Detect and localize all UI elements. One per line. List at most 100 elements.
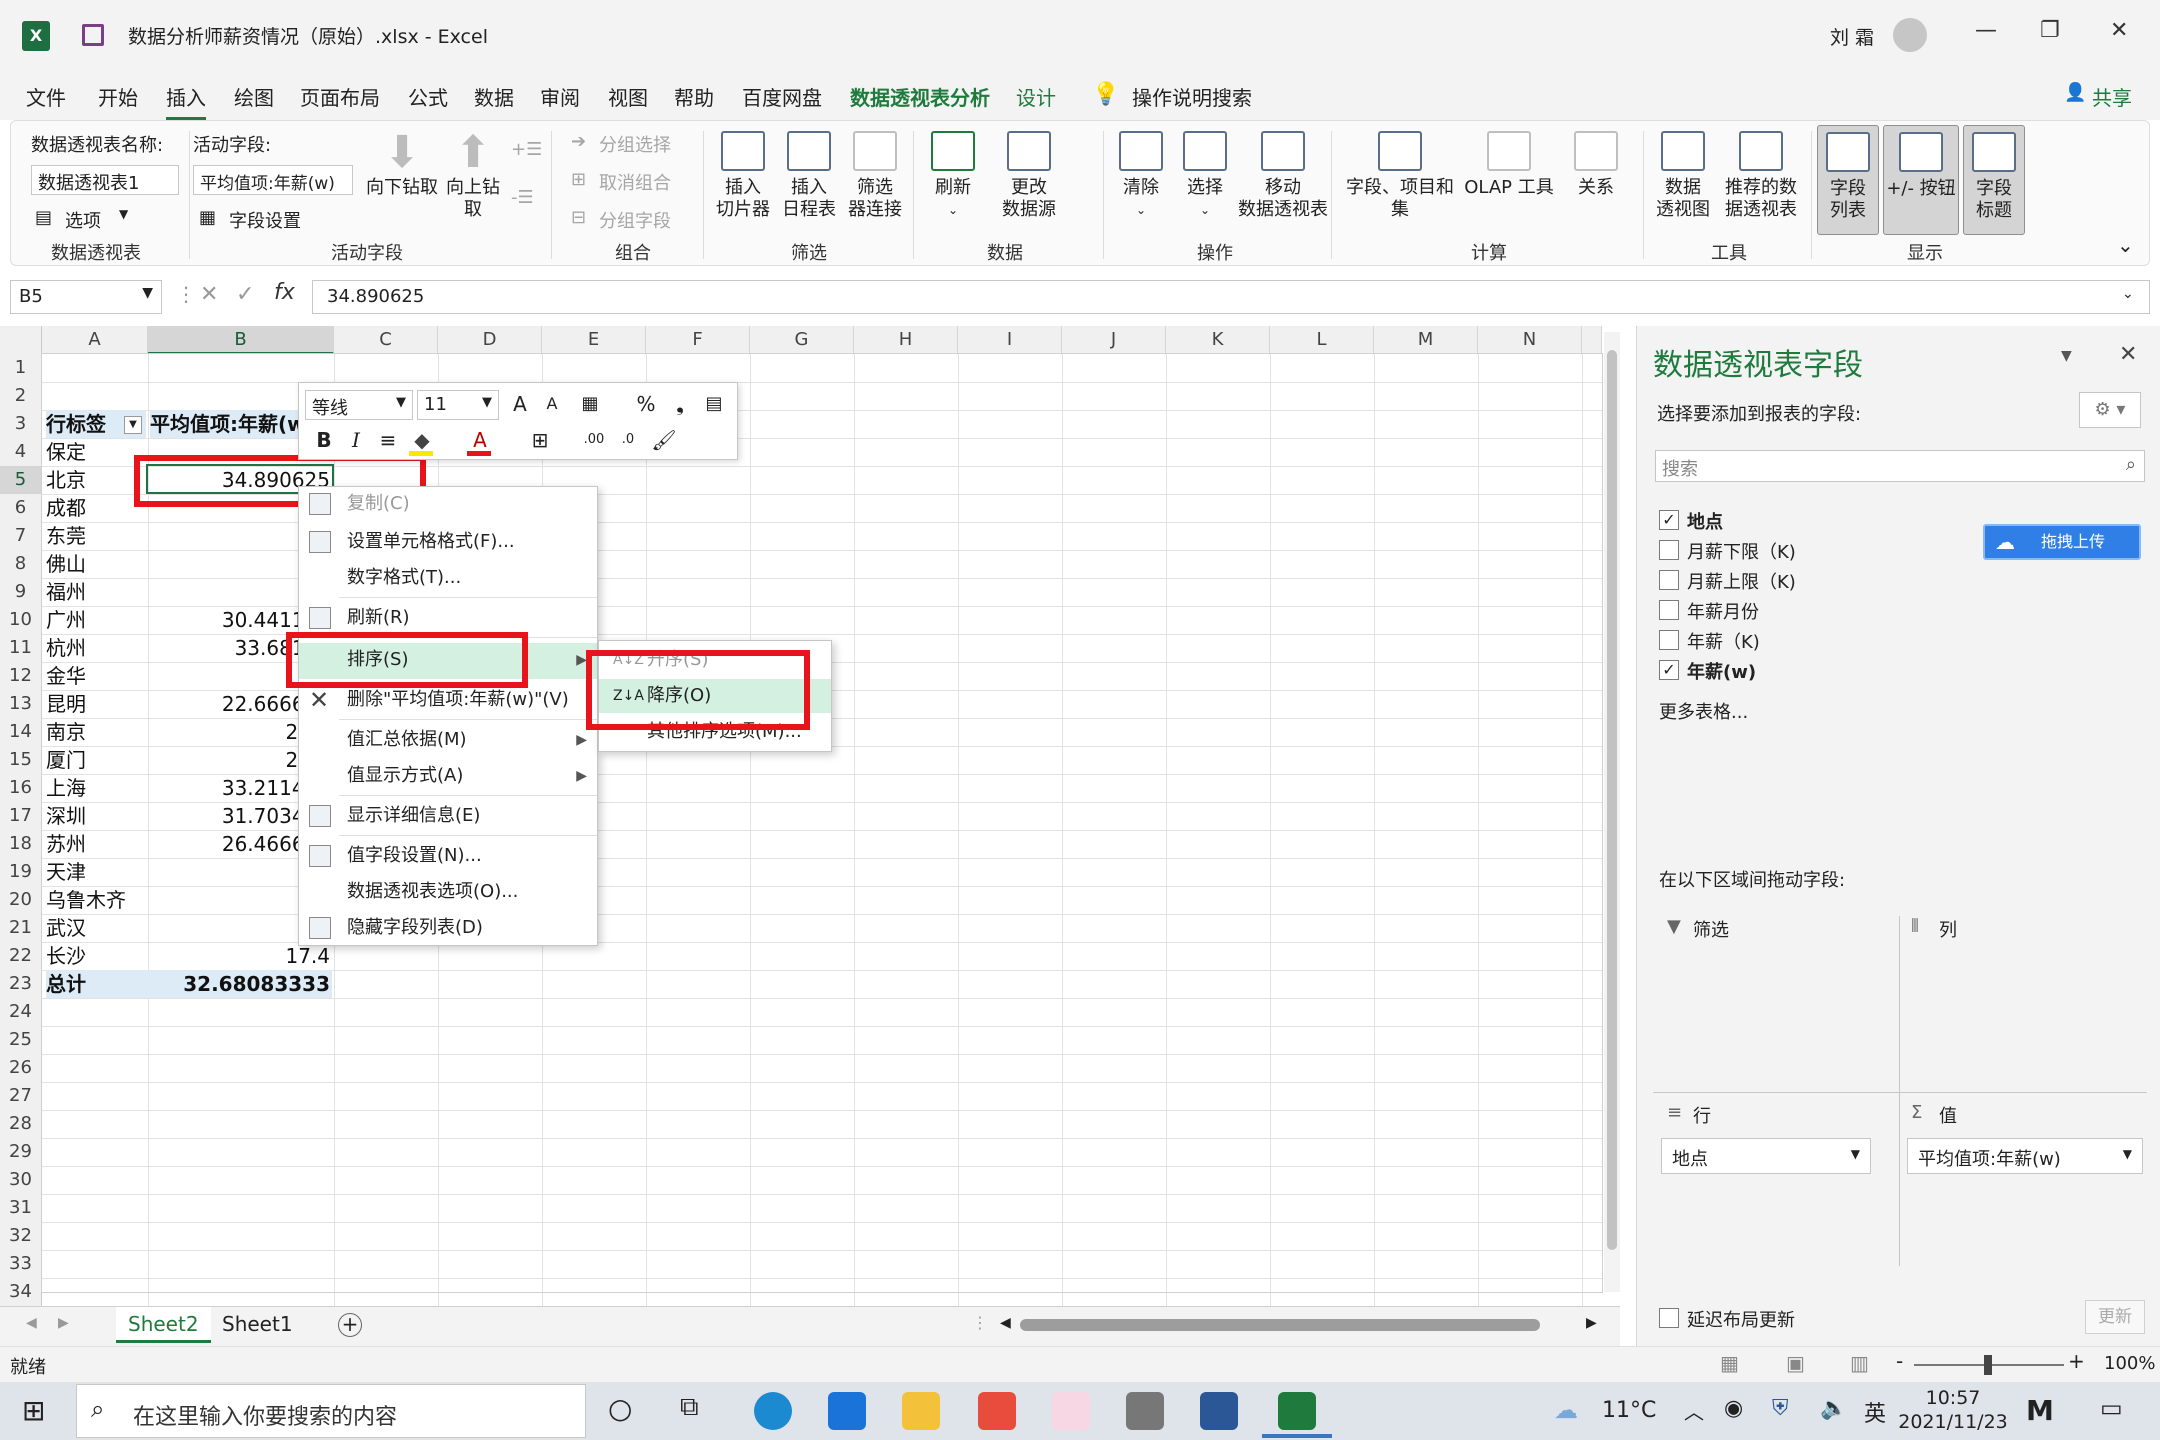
- word-icon[interactable]: [1200, 1392, 1238, 1430]
- column-header-d[interactable]: D: [438, 326, 542, 354]
- column-header-c[interactable]: C: [334, 326, 438, 354]
- row-header[interactable]: 28: [0, 1110, 42, 1138]
- pivot-row-label[interactable]: 杭州: [46, 634, 146, 662]
- menu-item-number-format[interactable]: 数字格式(T)...: [299, 561, 597, 595]
- pivot-row-label[interactable]: 乌鲁木齐: [46, 886, 146, 914]
- normal-view-icon[interactable]: ▦: [1720, 1351, 1739, 1375]
- scroll-left-icon[interactable]: ◀: [26, 1315, 37, 1331]
- fields-items-sets-button[interactable]: 字段、项目和集: [1345, 131, 1455, 221]
- row-header[interactable]: 12: [0, 662, 42, 690]
- windows-start-icon[interactable]: ⊞: [22, 1394, 45, 1427]
- row-header[interactable]: 9: [0, 578, 42, 606]
- move-pivot-button[interactable]: 移动 数据透视表: [1233, 131, 1333, 221]
- insert-timeline-button[interactable]: 插入 日程表: [777, 131, 841, 221]
- field-label[interactable]: 月薪下限（K): [1687, 538, 1796, 564]
- tab-insert[interactable]: 插入: [166, 82, 206, 120]
- cortana-icon[interactable]: ○: [608, 1392, 632, 1425]
- filter-connections-button[interactable]: 筛选 器连接: [843, 131, 907, 221]
- row-header[interactable]: 16: [0, 774, 42, 802]
- share-button[interactable]: 共享: [2092, 82, 2132, 111]
- file-explorer-icon[interactable]: [902, 1392, 940, 1430]
- row-header[interactable]: 15: [0, 746, 42, 774]
- notification-app-icon[interactable]: Ⅿ: [2026, 1394, 2054, 1427]
- column-header-a[interactable]: A: [42, 326, 148, 354]
- tab-data[interactable]: 数据: [474, 82, 514, 111]
- pivot-row-value[interactable]: 17.4: [148, 942, 332, 970]
- collapse-field-icon[interactable]: -☰: [511, 187, 534, 208]
- close-pane-icon[interactable]: ✕: [2119, 342, 2137, 367]
- avatar[interactable]: [1893, 18, 1927, 52]
- tab-page-layout[interactable]: 页面布局: [300, 82, 380, 111]
- refresh-button[interactable]: 刷新 ⌄: [921, 131, 985, 221]
- pivot-row-label[interactable]: 福州: [46, 578, 146, 606]
- row-field-chip[interactable]: 地点 ▼: [1661, 1138, 1871, 1174]
- font-name-select[interactable]: 等线 ▼: [305, 390, 413, 420]
- chevron-down-icon[interactable]: ▼: [142, 285, 153, 301]
- buttons-toggle[interactable]: +/- 按钮: [1883, 125, 1959, 235]
- pivot-row-label[interactable]: 北京: [46, 466, 146, 494]
- share-icon[interactable]: 👤: [2064, 82, 2086, 103]
- minimize-button[interactable]: —: [1975, 18, 1997, 43]
- comma-style-icon[interactable]: ❟: [667, 391, 693, 417]
- gear-icon[interactable]: ⚙ ▾: [2079, 392, 2141, 428]
- decrease-font-icon[interactable]: A: [539, 391, 565, 417]
- borders-icon[interactable]: ⊞: [527, 427, 553, 453]
- column-header-j[interactable]: J: [1062, 326, 1166, 354]
- column-header-n[interactable]: N: [1478, 326, 1582, 354]
- tab-sheet2[interactable]: Sheet2: [116, 1307, 211, 1343]
- pivot-row-label[interactable]: 厦门: [46, 746, 146, 774]
- field-checkbox[interactable]: [1659, 570, 1679, 590]
- fill-color-icon[interactable]: ◆: [409, 427, 435, 453]
- recommended-pivot-button[interactable]: 推荐的数 据透视表: [1719, 131, 1803, 221]
- mail-icon[interactable]: [828, 1392, 866, 1430]
- scroll-right-icon[interactable]: ▶: [58, 1315, 69, 1331]
- filter-dropdown-icon[interactable]: ▼: [124, 416, 142, 434]
- group-field-icon[interactable]: ⊟: [571, 207, 586, 228]
- group-selection-button[interactable]: 分组选择: [599, 131, 671, 157]
- tab-pivot-analyze[interactable]: 数据透视表分析: [850, 82, 990, 111]
- task-view-icon[interactable]: ⧉: [680, 1392, 699, 1423]
- row-header[interactable]: 20: [0, 886, 42, 914]
- chevron-down-icon[interactable]: ▼: [119, 207, 128, 221]
- pivot-total-value[interactable]: 32.68083333: [148, 970, 332, 998]
- pivot-row-label[interactable]: 武汉: [46, 914, 146, 942]
- row-header[interactable]: 19: [0, 858, 42, 886]
- pivot-row-label[interactable]: 东莞: [46, 522, 146, 550]
- upload-button[interactable]: ☁ 拖拽上传: [1983, 524, 2141, 560]
- defer-update-checkbox[interactable]: [1659, 1308, 1679, 1328]
- pane-options-icon[interactable]: ▼: [2061, 348, 2072, 364]
- enter-icon[interactable]: ✓: [236, 282, 254, 307]
- options-button[interactable]: 选项: [65, 207, 101, 233]
- field-checkbox[interactable]: ✓: [1659, 510, 1679, 530]
- vertical-scroll-thumb[interactable]: [1607, 350, 1617, 1250]
- field-settings-button[interactable]: 字段设置: [229, 207, 301, 233]
- bold-icon[interactable]: B: [311, 427, 337, 453]
- pivot-row-label[interactable]: 成都: [46, 494, 146, 522]
- row-header[interactable]: 6: [0, 494, 42, 522]
- pivot-row-label[interactable]: 金华: [46, 662, 146, 690]
- name-box[interactable]: B5 ▼: [10, 280, 162, 314]
- pivot-row-label[interactable]: 佛山: [46, 550, 146, 578]
- action-center-icon[interactable]: ▭: [2100, 1394, 2123, 1422]
- row-header[interactable]: 34: [0, 1278, 42, 1306]
- app-icon[interactable]: [1052, 1392, 1090, 1430]
- field-search-input[interactable]: 搜索 ⌕: [1655, 450, 2145, 482]
- insert-function-icon[interactable]: fx: [274, 280, 295, 305]
- row-header[interactable]: 23: [0, 970, 42, 998]
- tell-me-search[interactable]: 操作说明搜索: [1132, 82, 1252, 111]
- menu-item-remove-field[interactable]: ✕ 删除"平均值项:年薪(w)"(V): [299, 683, 597, 717]
- save-icon[interactable]: [82, 24, 104, 46]
- row-header[interactable]: 18: [0, 830, 42, 858]
- tab-design[interactable]: 设计: [1016, 82, 1056, 111]
- pivot-row-label[interactable]: 广州: [46, 606, 146, 634]
- column-header-k[interactable]: K: [1166, 326, 1270, 354]
- tab-home[interactable]: 开始: [98, 82, 138, 111]
- more-tables-link[interactable]: 更多表格...: [1659, 698, 1748, 724]
- menu-item-summarize-by[interactable]: 值汇总依据(M) ▶: [299, 723, 597, 757]
- select-button[interactable]: 选择 ⌄: [1173, 131, 1237, 221]
- tab-help[interactable]: 帮助: [674, 82, 714, 111]
- field-label[interactable]: 地点: [1687, 508, 1723, 534]
- olap-tools-button[interactable]: OLAP 工具: [1461, 131, 1557, 199]
- row-header[interactable]: 33: [0, 1250, 42, 1278]
- select-all-corner[interactable]: [0, 326, 42, 354]
